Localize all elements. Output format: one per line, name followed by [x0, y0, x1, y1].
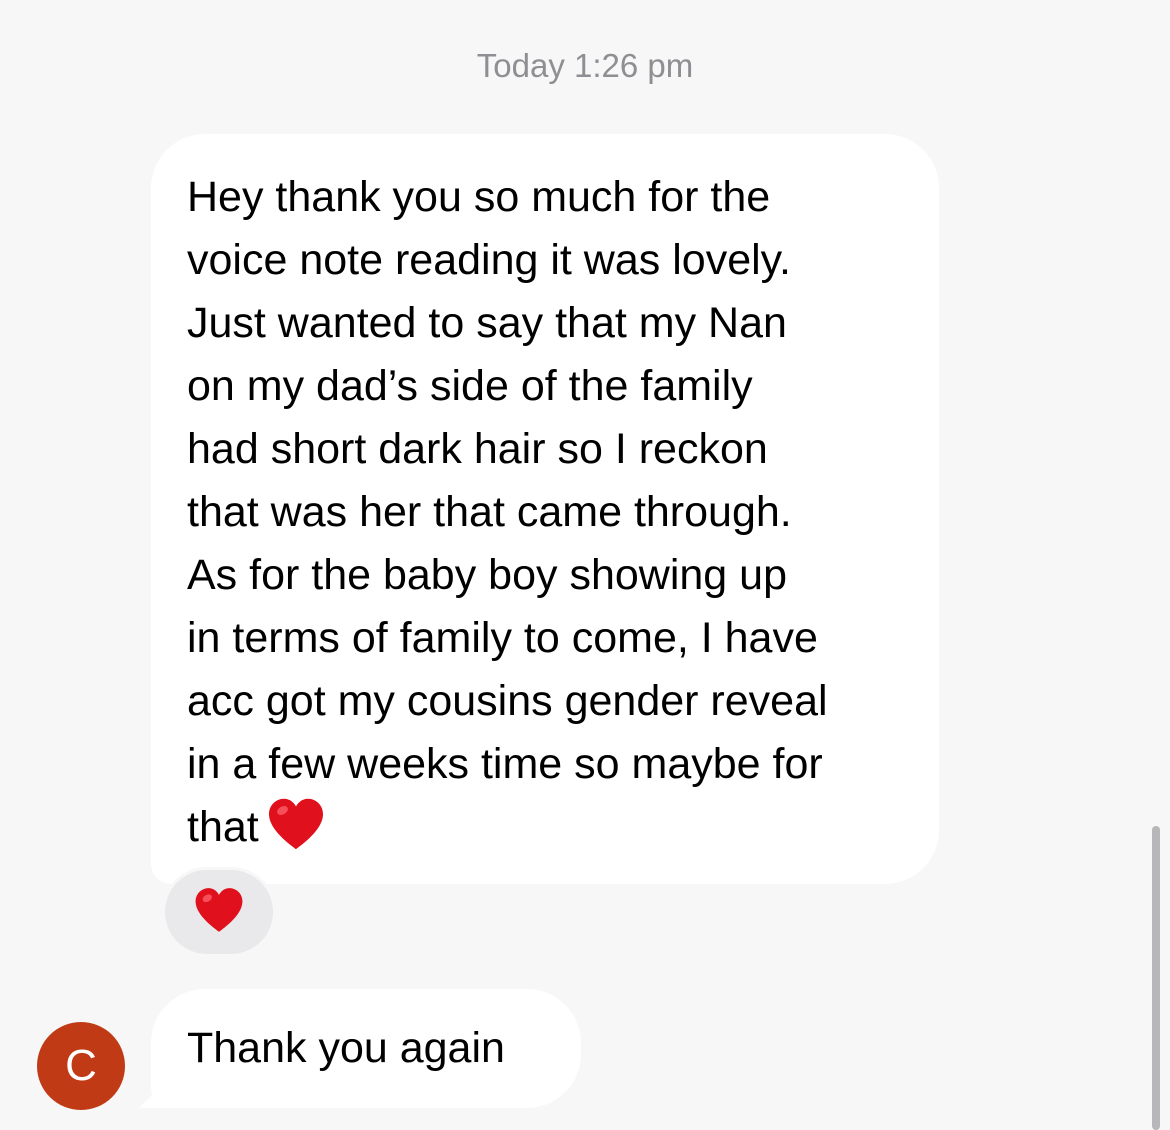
avatar[interactable]: C: [37, 1022, 125, 1110]
message-line: in a few weeks time so maybe for: [187, 740, 823, 788]
message-line-last: that: [187, 796, 919, 869]
message-line: Hey thank you so much for the: [187, 173, 771, 221]
message-line: acc got my cousins gender reveal: [187, 677, 828, 725]
message-line: Just wanted to say that my Nan: [187, 299, 787, 347]
message-bubble[interactable]: Thank you again: [151, 989, 581, 1108]
scrollbar[interactable]: [1152, 826, 1160, 1130]
message-line: had short dark hair so I reckon: [187, 425, 768, 473]
red-heart-icon: [194, 886, 244, 939]
message-timestamp: Today 1:26 pm: [476, 47, 694, 84]
message-text: Thank you again: [187, 1024, 505, 1072]
message-line: voice note reading it was lovely.: [187, 236, 791, 284]
message-line: in terms of family to come, I have: [187, 614, 818, 662]
avatar-initial: C: [65, 1041, 97, 1090]
message-bubble[interactable]: Hey thank you so much for the voice note…: [151, 134, 939, 884]
red-heart-icon: [267, 797, 325, 869]
message-line: that was her that came through.: [187, 488, 792, 536]
message-line-text: that: [187, 803, 259, 851]
message-line: As for the baby boy showing up: [187, 551, 787, 599]
reaction-badge[interactable]: [162, 867, 276, 957]
message-line: on my dad’s side of the family: [187, 362, 753, 410]
